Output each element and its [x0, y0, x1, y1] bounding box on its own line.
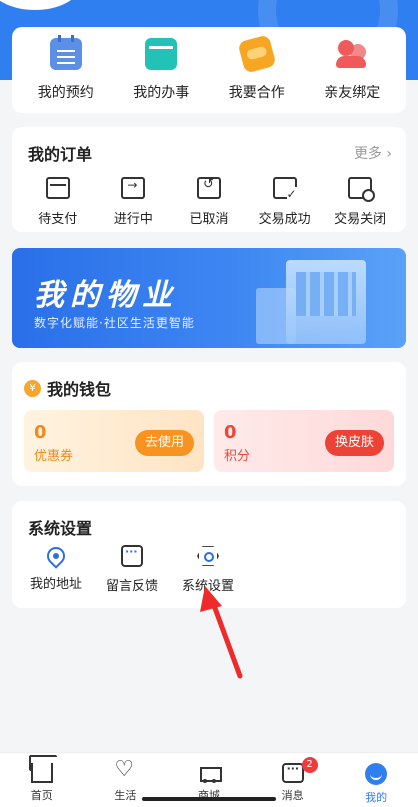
- in-progress-icon: [121, 177, 146, 199]
- order-status-in-progress[interactable]: 进行中: [96, 177, 172, 227]
- banner-subtitle: 数字化赋能·社区生活更智能: [34, 316, 195, 330]
- briefcase-icon: [145, 38, 178, 70]
- tab-me[interactable]: 我的: [341, 753, 411, 807]
- change-skin-button[interactable]: 换皮肤: [324, 430, 384, 456]
- home-icon: [30, 763, 53, 783]
- avatar[interactable]: [0, 0, 80, 10]
- quick-action-label: 我的预约: [37, 85, 94, 101]
- quick-action-label: 亲友绑定: [324, 85, 381, 101]
- undo-icon: [196, 177, 221, 199]
- use-coupon-button[interactable]: 去使用: [134, 430, 194, 456]
- calendar-icon: [49, 35, 82, 70]
- building-illustration: [286, 260, 366, 344]
- quick-action-label: 我的办事: [133, 85, 190, 101]
- tab-label: 我的: [365, 791, 388, 804]
- feedback-icon: [121, 545, 143, 567]
- location-icon: [43, 543, 69, 569]
- settings-icon: [197, 546, 219, 566]
- orders-title: 我的订单: [28, 145, 93, 164]
- tab-home[interactable]: 首页: [7, 753, 77, 807]
- quick-action-appointments[interactable]: 我的预约: [21, 35, 111, 102]
- property-banner[interactable]: 我的物业 数字化赋能·社区生活更智能: [12, 248, 406, 348]
- more-label: 更多: [353, 146, 382, 162]
- settings-item-address[interactable]: 我的地址: [18, 543, 94, 594]
- order-status-label: 交易关闭: [334, 212, 387, 227]
- tab-label: 首页: [30, 789, 53, 802]
- heart-hand-icon: [114, 757, 136, 783]
- check-card-icon: [272, 177, 297, 201]
- orders-more-link[interactable]: 更多 ›: [354, 143, 392, 163]
- order-status-label: 待支付: [38, 212, 78, 227]
- closed-card-icon: [348, 177, 376, 202]
- settings-item-label: 留言反馈: [105, 579, 158, 594]
- quick-action-family-binding[interactable]: 亲友绑定: [307, 38, 397, 102]
- quick-action-cooperate[interactable]: 我要合作: [212, 34, 302, 102]
- chevron-right-icon: ›: [386, 146, 392, 162]
- order-status-success[interactable]: 交易成功: [247, 177, 323, 227]
- order-status-label: 已取消: [189, 212, 229, 227]
- message-badge: 2: [301, 757, 318, 773]
- profile-icon: [365, 763, 388, 785]
- cart-icon: [198, 763, 222, 783]
- order-status-closed[interactable]: 交易关闭: [322, 177, 398, 227]
- wallet-title: 我的钱包: [47, 380, 112, 399]
- tab-label: 消息: [281, 789, 304, 802]
- quick-action-label: 我要合作: [228, 85, 285, 101]
- annotation-arrow: [200, 586, 243, 679]
- quick-action-affairs[interactable]: 我的办事: [116, 38, 206, 102]
- wallet-card-icon: [45, 177, 70, 199]
- message-icon: [281, 762, 304, 783]
- banner-title: 我的物业: [34, 278, 178, 313]
- coin-icon: ¥: [24, 379, 41, 397]
- order-status-pending-payment[interactable]: 待支付: [20, 177, 96, 227]
- settings-title: 系统设置: [28, 519, 93, 538]
- quick-actions-card: 我的预约 我的办事 我要合作 亲友绑定: [12, 27, 406, 113]
- settings-item-feedback[interactable]: 留言反馈: [94, 545, 170, 594]
- settings-item-label: 我的地址: [29, 577, 82, 592]
- order-status-label: 交易成功: [258, 212, 311, 227]
- order-status-cancelled[interactable]: 已取消: [171, 177, 247, 227]
- coupon-box[interactable]: 0 优惠券 去使用: [24, 410, 204, 472]
- tab-label: 生活: [114, 789, 137, 802]
- handshake-icon: [237, 34, 277, 74]
- home-indicator: [142, 797, 276, 801]
- points-box[interactable]: 0 积分 换皮肤: [214, 410, 394, 472]
- orders-card: 我的订单 更多 › 待支付 进行中 已取消 交易成功 交易关闭: [12, 127, 406, 232]
- users-icon: [336, 38, 368, 70]
- wallet-card: ¥ 我的钱包 0 优惠券 去使用 0 积分 换皮肤: [12, 362, 406, 486]
- order-status-label: 进行中: [113, 212, 153, 227]
